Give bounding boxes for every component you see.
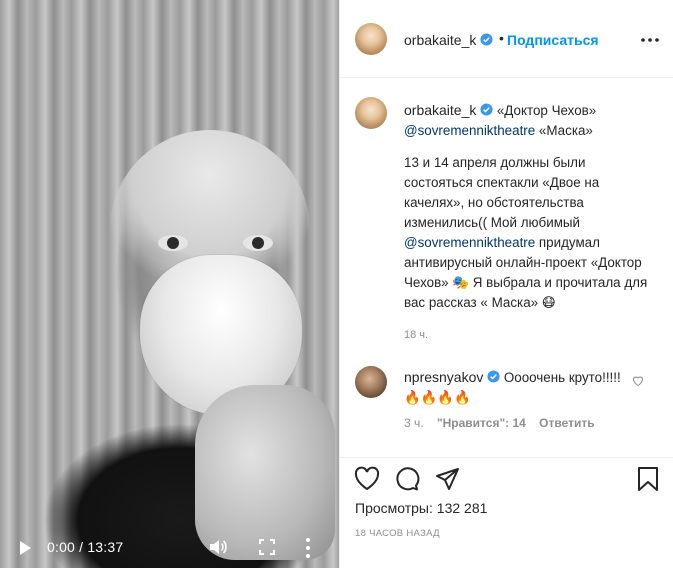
- comment-meta: 3 ч. "Нравится": 14 Ответить: [404, 416, 605, 430]
- comment: npresnyakov Оооочень круто!!!!! 🔥🔥🔥🔥: [404, 367, 629, 408]
- caption-author-avatar[interactable]: [355, 97, 387, 129]
- video-controls: 0:00 / 13:37: [0, 528, 339, 568]
- comment-bubble-icon[interactable]: [394, 466, 420, 492]
- caption-author-username[interactable]: orbakaite_k: [404, 102, 476, 118]
- play-icon[interactable]: [20, 541, 31, 555]
- more-options-icon[interactable]: [640, 37, 660, 43]
- commenter-avatar[interactable]: [355, 366, 387, 398]
- header-separator: •: [499, 30, 504, 46]
- verified-badge-icon: [480, 103, 493, 116]
- caption-mention-link[interactable]: @sovremenniktheatre: [404, 235, 535, 250]
- verified-badge-icon: [487, 370, 500, 383]
- post-actions: Просмотры: 132 281 18 ЧАСОВ НАЗАД: [340, 457, 673, 568]
- share-paper-plane-icon[interactable]: [435, 466, 461, 492]
- post-header: orbakaite_k • Подписаться: [340, 0, 673, 78]
- post-body: orbakaite_k «Доктор Чехов» @sovremennikt…: [340, 79, 673, 457]
- video-frame-left-eye: [158, 235, 188, 251]
- video-time: 0:00 / 13:37: [47, 539, 124, 555]
- author-username[interactable]: orbakaite_k: [404, 32, 476, 48]
- like-heart-icon[interactable]: [354, 466, 380, 492]
- more-vertical-icon[interactable]: [305, 537, 311, 559]
- caption-mention-link[interactable]: @sovremenniktheatre: [404, 123, 535, 138]
- comment-like-heart-icon[interactable]: [632, 375, 644, 387]
- comment-reply-button[interactable]: Ответить: [539, 416, 594, 430]
- caption-text-part1: 13 и 14 апреля должны были состояться сп…: [404, 155, 600, 230]
- author-avatar[interactable]: [355, 23, 387, 55]
- caption-title: «Доктор Чехов»: [493, 103, 597, 118]
- post-panel: orbakaite_k • Подписаться orbakaite_k «Д…: [340, 0, 673, 568]
- posted-ago[interactable]: 18 ЧАСОВ НАЗАД: [355, 528, 440, 539]
- caption-time[interactable]: 18 ч.: [404, 325, 654, 345]
- caption-title-tail: «Маска»: [535, 123, 593, 138]
- post-caption: orbakaite_k «Доктор Чехов» @sovremennikt…: [404, 100, 654, 357]
- commenter-username[interactable]: npresnyakov: [404, 369, 483, 385]
- verified-badge-icon: [480, 33, 493, 46]
- comment-likes[interactable]: "Нравится": 14: [437, 416, 526, 430]
- video-frame-right-eye: [243, 235, 273, 251]
- views-label: Просмотры:: [355, 500, 433, 516]
- views-count[interactable]: Просмотры: 132 281: [355, 500, 487, 516]
- fullscreen-icon[interactable]: [259, 539, 275, 555]
- video-player[interactable]: 0:00 / 13:37: [0, 0, 339, 568]
- views-number: 132 281: [436, 500, 488, 516]
- comment-time[interactable]: 3 ч.: [404, 416, 424, 430]
- bookmark-icon[interactable]: [635, 466, 661, 492]
- volume-icon[interactable]: [208, 537, 228, 557]
- follow-button[interactable]: Подписаться: [507, 32, 599, 48]
